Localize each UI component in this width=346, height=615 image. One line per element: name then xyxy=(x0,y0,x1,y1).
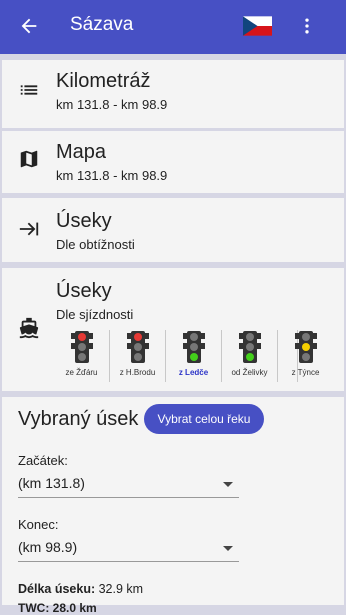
card-useky-obtiznost[interactable]: Úseky Dle obtížnosti xyxy=(2,198,344,262)
selected-section-panel: Vybraný úsek Vybrat celou řeku Začátek: … xyxy=(2,397,344,615)
traffic-light-label: z Týnce xyxy=(291,368,320,377)
card-subtitle: Dle obtížnosti xyxy=(56,237,135,252)
end-select-value: (km 98.9) xyxy=(18,539,78,555)
card-subtitle: Dle sjízdnosti xyxy=(56,307,134,322)
card-subtitle: km 131.8 - km 98.9 xyxy=(56,168,168,183)
traffic-light-list: ze Žďáru z H.Brodu z Ledče od Želivky z … xyxy=(54,330,319,382)
section-length-value: 32.9 km xyxy=(98,582,144,596)
arrow-to-end-icon xyxy=(19,222,39,236)
section-length-label: Délka úseku: xyxy=(18,582,96,596)
start-label: Začátek: xyxy=(18,453,68,468)
traffic-light-green-icon xyxy=(183,331,205,363)
map-icon xyxy=(20,150,38,168)
card-subtitle: km 131.8 - km 98.9 xyxy=(56,97,168,112)
arrow-back-icon[interactable] xyxy=(18,15,40,37)
card-mapa[interactable]: Mapa km 131.8 - km 98.9 xyxy=(2,131,344,193)
card-title: Mapa xyxy=(56,141,107,163)
start-select[interactable]: (km 131.8) xyxy=(18,471,239,498)
traffic-light-red-icon xyxy=(71,331,93,363)
traffic-light-label: z Ledče xyxy=(178,368,209,377)
end-label: Konec: xyxy=(18,517,59,532)
chevron-down-icon xyxy=(223,546,233,551)
traffic-light-label: od Želivky xyxy=(231,368,268,377)
list-icon xyxy=(20,85,38,95)
traffic-light-item[interactable]: od Želivky xyxy=(222,330,278,382)
section-heading: Vybraný úsek xyxy=(18,408,139,430)
more-vert-icon[interactable] xyxy=(297,15,317,37)
boat-icon xyxy=(19,317,39,339)
traffic-light-green-icon xyxy=(239,331,261,363)
traffic-light-item[interactable]: z Týnce xyxy=(278,330,319,382)
traffic-light-item[interactable]: z H.Brodu xyxy=(110,330,166,382)
chevron-down-icon xyxy=(223,482,233,487)
section-extra-info: TWC: 28.0 km xyxy=(18,601,97,615)
traffic-light-item[interactable]: z Ledče xyxy=(166,330,222,382)
end-select[interactable]: (km 98.9) xyxy=(18,535,239,562)
start-select-value: (km 131.8) xyxy=(18,475,85,491)
traffic-light-red-icon xyxy=(127,331,149,363)
card-title: Úseky xyxy=(56,210,112,232)
app-title: Sázava xyxy=(70,14,134,35)
traffic-light-yellow-icon xyxy=(295,331,317,363)
select-whole-river-button[interactable]: Vybrat celou řeku xyxy=(144,404,264,434)
card-kilometraz[interactable]: Kilometráž km 131.8 - km 98.9 xyxy=(2,60,344,128)
card-title: Úseky xyxy=(56,280,112,302)
traffic-light-label: ze Žďáru xyxy=(65,368,98,377)
cz-flag-icon[interactable] xyxy=(243,15,272,37)
traffic-light-item[interactable]: ze Žďáru xyxy=(54,330,110,382)
section-length: Délka úseku: 32.9 km xyxy=(18,582,143,596)
traffic-light-label: z H.Brodu xyxy=(119,368,156,377)
card-title: Kilometráž xyxy=(56,70,151,92)
app-bar: Sázava xyxy=(0,0,346,54)
